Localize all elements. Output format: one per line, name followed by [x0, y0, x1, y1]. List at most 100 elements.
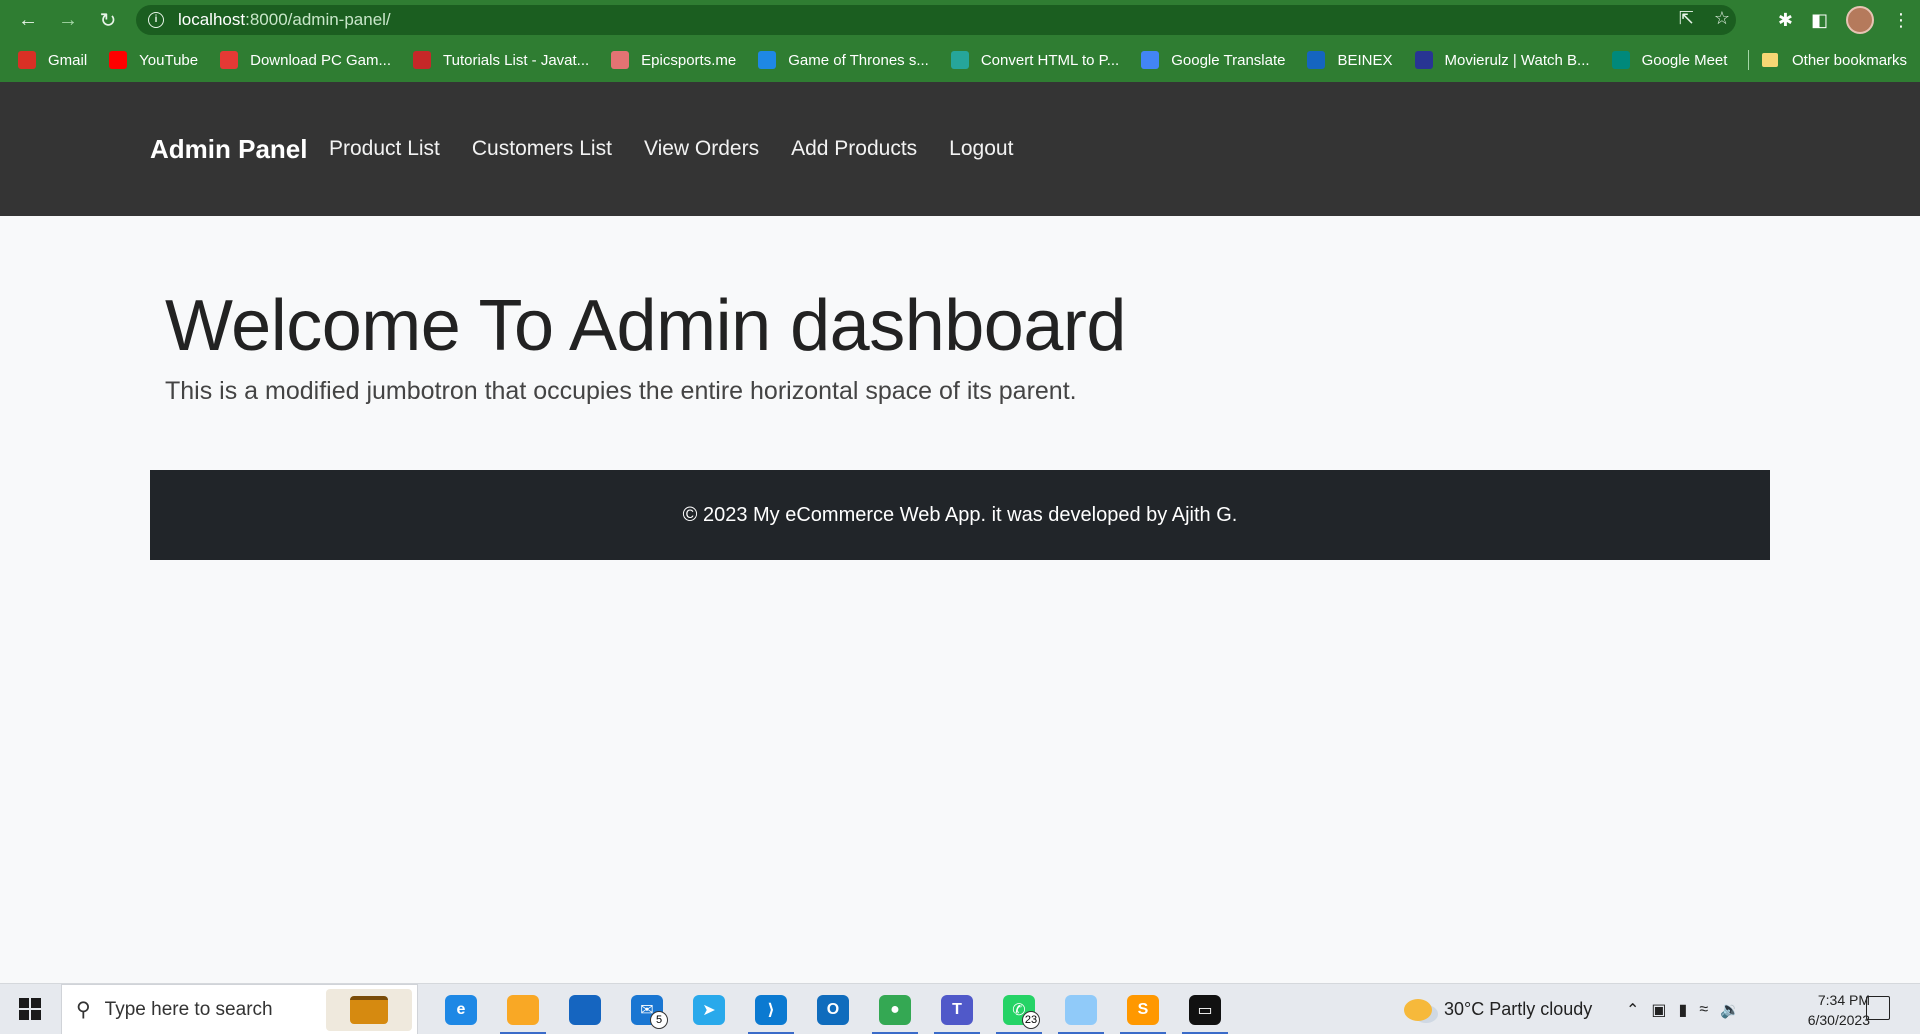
bookmark-item[interactable]: Download PC Gam... [220, 51, 391, 69]
bookmark-label: Google Meet [1641, 51, 1728, 69]
taskbar-app[interactable]: ⟩ [740, 984, 802, 1034]
bookmark-favicon-icon [18, 51, 36, 69]
nav-product-list[interactable]: Product List [329, 137, 440, 161]
side-panel-icon[interactable]: ◧ [1811, 10, 1828, 31]
url-path: :8000/admin-panel/ [245, 10, 391, 29]
bookmark-item[interactable]: Google Meet [1611, 51, 1728, 69]
bookmark-label: Epicsports.me [641, 51, 737, 69]
meet-now-icon[interactable]: ▣ [1651, 1000, 1666, 1020]
profile-avatar[interactable] [1846, 6, 1874, 34]
terminal-icon: ▭ [1189, 994, 1221, 1025]
start-button[interactable] [0, 984, 60, 1034]
taskbar-app[interactable]: ✆ 23 [988, 984, 1050, 1034]
bookmark-favicon-icon [950, 51, 969, 69]
url-host: localhost [178, 10, 246, 29]
bookmark-label: Tutorials List - Javat... [443, 51, 590, 69]
nav-logout[interactable]: Logout [949, 137, 1013, 161]
bookmark-favicon-icon [1307, 51, 1326, 69]
nav-view-orders[interactable]: View Orders [644, 137, 759, 161]
taskbar-search[interactable]: ⚲ Type here to search [61, 984, 418, 1034]
other-bookmarks-label: Other bookmarks [1792, 51, 1908, 69]
nav-add-products[interactable]: Add Products [791, 137, 917, 161]
bookmark-favicon-icon [220, 51, 239, 69]
telegram-icon: ➤ [693, 994, 725, 1025]
bookmark-item[interactable]: Convert HTML to P... [950, 51, 1120, 69]
url-text[interactable]: localhost:8000/admin-panel/ [178, 10, 391, 30]
reload-icon[interactable]: ↻ [88, 0, 128, 40]
bookmark-item[interactable]: Game of Thrones s... [758, 51, 929, 69]
taskbar-app[interactable]: O [802, 984, 864, 1034]
site-footer: © 2023 My eCommerce Web App. it was deve… [150, 470, 1770, 560]
bookmark-star-icon[interactable]: ☆ [1714, 8, 1730, 29]
address-bar[interactable]: i localhost:8000/admin-panel/ [136, 5, 1736, 35]
share-icon[interactable]: ⇱ [1679, 8, 1694, 29]
weather-text: 30°C Partly cloudy [1444, 999, 1593, 1019]
vscode-icon: ⟩ [755, 994, 787, 1025]
bookmark-label: Google Translate [1171, 51, 1286, 69]
notification-badge: 23 [1022, 1011, 1040, 1029]
taskbar-app[interactable] [1050, 984, 1112, 1034]
taskbar-apps: e ✉ 5 ➤ ⟩ O ● T ✆ 23 S ▭ [430, 984, 1236, 1034]
bookmark-favicon-icon [1611, 51, 1630, 69]
navbar-brand[interactable]: Admin Panel [150, 82, 307, 216]
bookmarks-bar: Gmail YouTube Download PC Gam... Tutorials … [0, 44, 1920, 76]
clock-time: 7:34 PM [1817, 992, 1870, 1008]
teams-icon: T [941, 994, 973, 1025]
taskbar-app[interactable] [554, 984, 616, 1034]
extensions-icon[interactable]: ✱ [1778, 10, 1793, 31]
forward-icon[interactable]: → [48, 0, 88, 40]
system-tray: ⌃ ▣ ▮ ≈ 🔉 [1626, 984, 1740, 1034]
nav-customers-list[interactable]: Customers List [472, 137, 612, 161]
weather-widget[interactable]: 30°C Partly cloudy [1404, 984, 1592, 1034]
taskbar-app[interactable]: ▭ [1174, 984, 1236, 1034]
bookmark-label: Convert HTML to P... [980, 51, 1120, 69]
taskbar-app[interactable]: ● [864, 984, 926, 1034]
notifications-icon[interactable] [1866, 996, 1890, 1020]
notification-badge: 5 [650, 1011, 668, 1029]
outlook-icon: O [817, 994, 849, 1025]
windows-logo-icon [19, 998, 41, 1020]
menu-dots-icon[interactable]: ⋮ [1892, 10, 1910, 31]
bookmark-label: Game of Thrones s... [788, 51, 929, 69]
bookmark-favicon-icon [758, 51, 777, 69]
bookmark-item[interactable]: YouTube [109, 51, 198, 69]
taskbar-app[interactable]: S [1112, 984, 1174, 1034]
taskbar-app[interactable]: ✉ 5 [616, 984, 678, 1034]
chevron-up-icon[interactable]: ⌃ [1626, 1000, 1639, 1020]
wifi-icon[interactable]: ≈ [1699, 1001, 1708, 1019]
bookmark-favicon-icon [611, 51, 630, 69]
volume-icon[interactable]: 🔉 [1720, 1000, 1740, 1020]
back-icon[interactable]: ← [8, 0, 48, 40]
bookmark-label: Download PC Gam... [250, 51, 392, 69]
taskbar-app[interactable]: ➤ [678, 984, 740, 1034]
store-icon [569, 994, 601, 1025]
bookmark-favicon-icon [413, 51, 432, 69]
partly-cloudy-icon [1404, 998, 1432, 1021]
bookmark-label: YouTube [139, 51, 199, 69]
bookmark-item[interactable]: Movierulz | Watch B... [1414, 51, 1590, 69]
notes-icon [1065, 994, 1097, 1025]
bookmark-label: BEINEX [1337, 51, 1393, 69]
taskbar-app[interactable]: e [430, 984, 492, 1034]
other-bookmarks[interactable]: Other bookmarks [1762, 44, 1907, 76]
search-highlight-icon[interactable] [326, 989, 412, 1031]
bookmark-favicon-icon [109, 51, 128, 69]
jumbotron-title: Welcome To Admin dashboard [165, 286, 1126, 366]
footer-text: © 2023 My eCommerce Web App. it was deve… [682, 503, 1238, 526]
bookmark-item[interactable]: Tutorials List - Javat... [413, 51, 589, 69]
battery-icon[interactable]: ▮ [1679, 1000, 1688, 1020]
bookmark-item[interactable]: BEINEX [1307, 51, 1393, 69]
edge-icon: e [445, 994, 477, 1025]
folder-icon [1762, 53, 1778, 67]
chrome-icon: ● [879, 994, 911, 1025]
site-info-icon[interactable]: i [148, 12, 164, 28]
taskbar-app[interactable]: T [926, 984, 988, 1034]
taskbar-clock[interactable]: 7:34 PM 6/30/2023 [1760, 990, 1870, 1030]
bookmark-item[interactable]: Google Translate [1141, 51, 1285, 69]
sublime-icon: S [1127, 994, 1159, 1025]
search-icon: ⚲ [76, 999, 91, 1021]
bookmark-item[interactable]: Epicsports.me [611, 51, 736, 69]
bookmark-label: Movierulz | Watch B... [1444, 51, 1590, 69]
taskbar-app[interactable] [492, 984, 554, 1034]
bookmark-item[interactable]: Gmail [18, 51, 87, 69]
